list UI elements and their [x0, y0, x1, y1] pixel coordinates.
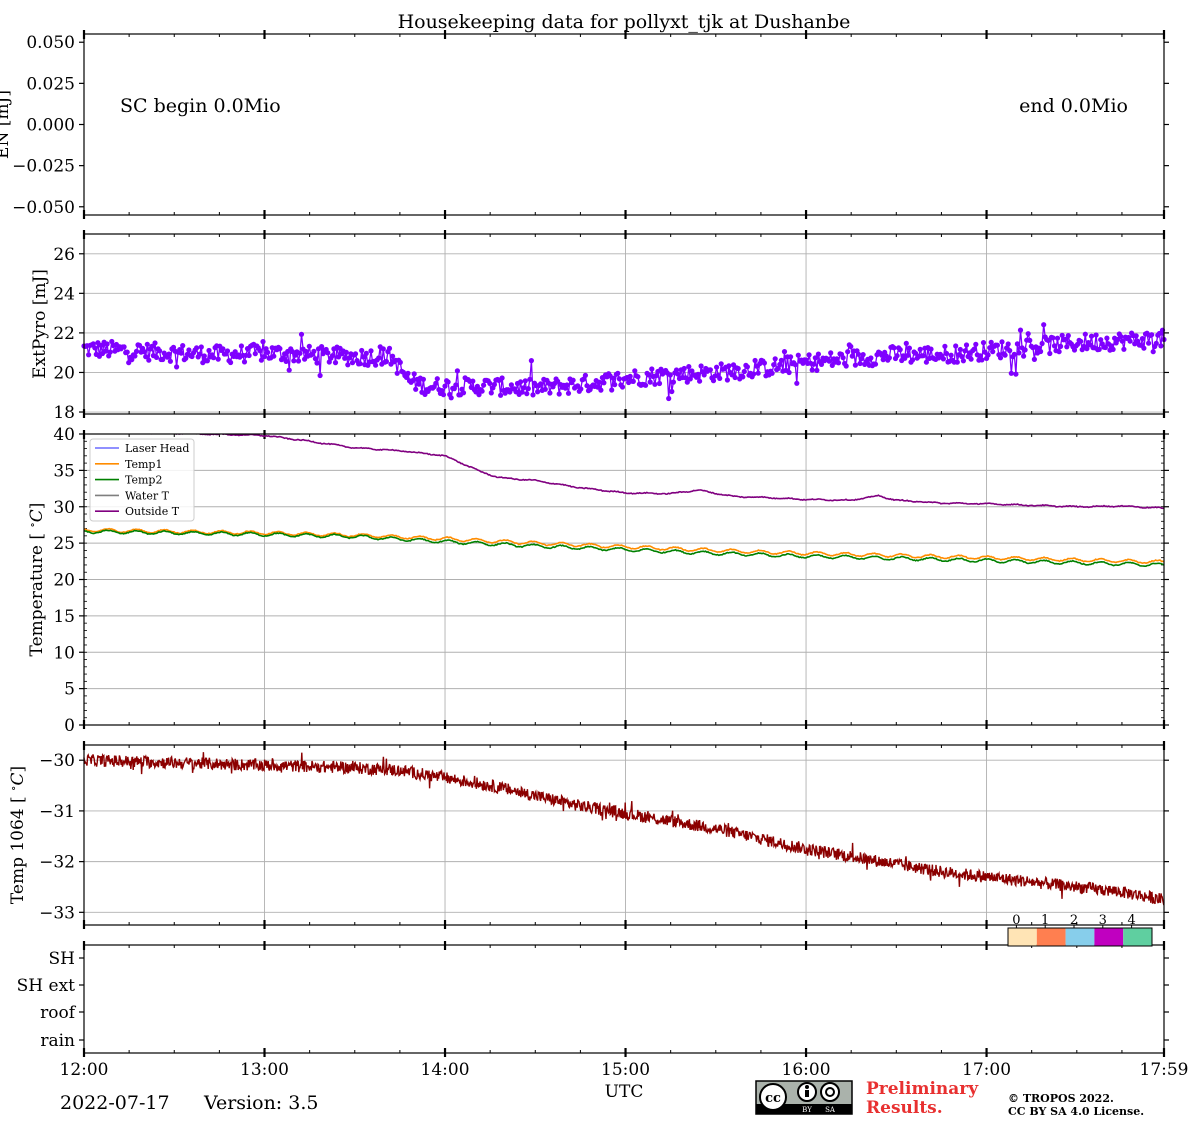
temperature-ylabel: Temperature [ ∘C]: [26, 503, 48, 657]
results-label: Results.: [866, 1098, 943, 1118]
extpyro-ytick-label-3: 24: [53, 284, 75, 304]
en-ytick-label-1: 0.025: [26, 74, 75, 94]
footer-date: 2022-07-17: [60, 1092, 170, 1114]
colorbar-tick-label-1: 1: [1041, 913, 1049, 928]
temperature-ytick-label-4: 20: [53, 571, 75, 591]
temp1064-series: [83, 752, 1165, 906]
temperature-legend: Laser Head Temp1 Temp2 Water T Outside T: [89, 438, 195, 522]
cc-sa-label: SA: [825, 1106, 836, 1114]
figure-canvas: Housekeeping data for pollyxt_tjk at Dus…: [0, 11, 1189, 1118]
copyright-text: © TROPOS 2022.: [1008, 1092, 1114, 1105]
en-frame: [83, 33, 1165, 216]
temperature-ytick-label-1: 5: [64, 680, 75, 700]
en-ylabel: EN [mJ]: [0, 90, 13, 159]
sc-end-annotation: end 0.0Mio: [1019, 95, 1128, 117]
colorbar-segment-4: [1123, 928, 1152, 946]
temperature-ytick-label-5: 25: [53, 534, 75, 554]
temperature-ytick-label-2: 10: [53, 643, 75, 663]
temp1064-ytick-label-0: −30: [39, 751, 75, 771]
legend-entry-1: Temp1: [125, 458, 162, 471]
colorbar-segment-2: [1065, 928, 1095, 946]
x-tick-label-5: 17:00: [962, 1060, 1011, 1080]
legend-entry-4: Outside T: [125, 505, 180, 518]
en-ytick-label-3: −0.025: [12, 157, 75, 177]
colorbar-segment-1: [1036, 928, 1066, 946]
temp1064-panel: −30 −31 −32 −33 Temp 1064 [ ∘C]: [7, 741, 1169, 929]
extpyro-ylabel: ExtPyro [mJ]: [30, 269, 50, 379]
x-tick-label-6: 17:59: [1140, 1060, 1189, 1080]
status-row-label-2: roof: [40, 1003, 77, 1023]
temperature-panel: 0 5 10 15 20 25 30 35 40 Temperature [ ∘C] Laser H…: [26, 425, 1169, 736]
legend-entry-0: Laser Head: [125, 442, 189, 455]
temp1064-ytick-label-1: −31: [39, 802, 75, 822]
temperature-ytick-label-7: 35: [53, 461, 75, 481]
colorbar-tick-label-0: 0: [1012, 913, 1020, 928]
sa-share-icon: [820, 1082, 840, 1102]
colorbar-segment-3: [1094, 928, 1124, 946]
x-tick-label-1: 13:00: [240, 1060, 289, 1080]
temperature-series-outside-t: [122, 434, 1164, 510]
colorbar-tick-label-2: 2: [1070, 913, 1078, 928]
extpyro-ytick-label-0: 18: [53, 403, 75, 423]
status-frame: [83, 944, 1165, 1054]
x-tick-label-4: 16:00: [782, 1060, 831, 1080]
temperature-series-temp2: [84, 529, 1164, 567]
temperature-series-temp1: [84, 527, 1164, 565]
temperature-ytick-label-8: 40: [53, 425, 75, 445]
extpyro-ytick-label-1: 20: [53, 363, 75, 383]
extpyro-ytick-label-4: 26: [53, 245, 75, 265]
cc-by-label: BY: [802, 1106, 812, 1114]
status-row-label-3: rain: [40, 1031, 75, 1051]
temperature-ytick-label-6: 30: [53, 498, 75, 518]
license-text: CC BY SA 4.0 License.: [1008, 1105, 1144, 1118]
colorbar-tick-label-3: 3: [1099, 913, 1107, 928]
x-tick-label-0: 12:00: [60, 1060, 109, 1080]
status-panel: SH SH ext roof rain: [17, 941, 1169, 1057]
en-panel: 0.050 0.025 0.000 −0.025 −0.050 EN [mJ] SC beg…: [0, 30, 1169, 219]
cc-icon-letters: cc: [765, 1091, 781, 1106]
colorbar-tick-label-4: 4: [1127, 913, 1135, 928]
temp1064-ytick-label-2: −32: [39, 853, 75, 873]
preliminary-label: Preliminary: [866, 1079, 979, 1099]
temperature-ytick-label-0: 0: [64, 716, 75, 736]
en-ytick-label-4: −0.050: [12, 198, 75, 218]
temp1064-frame: [83, 744, 1165, 926]
status-colorbar: 0 1 2 3 4: [1007, 913, 1153, 947]
legend-entry-2: Temp2: [125, 474, 162, 487]
legend-entry-3: Water T: [125, 489, 170, 502]
figure-title: Housekeeping data for pollyxt_tjk at Dus…: [398, 11, 851, 33]
status-row-label-1: SH ext: [17, 976, 76, 996]
en-ytick-label-2: 0.000: [26, 116, 75, 136]
x-tick-label-3: 15:00: [601, 1060, 650, 1080]
cc-license-badge: cc BY SA: [755, 1080, 853, 1115]
x-axis-label: UTC: [605, 1082, 644, 1102]
extpyro-ytick-label-2: 22: [53, 324, 75, 344]
x-tick-label-2: 14:00: [421, 1060, 470, 1080]
temp1064-ylabel: Temp 1064 [ ∘C]: [7, 766, 29, 904]
sc-begin-annotation: SC begin 0.0Mio: [120, 95, 281, 117]
en-ytick-label-0: 0.050: [26, 33, 75, 53]
extpyro-panel: 18 20 22 24 26ExtPyro [mJ]: [30, 230, 1169, 423]
extpyro-series: [81, 322, 1167, 402]
colorbar-segment-0: [1008, 928, 1037, 946]
housekeeping-figure: Housekeeping data for pollyxt_tjk at Dus…: [0, 0, 1200, 1120]
footer-version: Version: 3.5: [203, 1092, 318, 1114]
temp1064-ytick-label-3: −33: [39, 903, 75, 923]
temperature-ytick-label-3: 15: [53, 607, 75, 627]
status-row-label-0: SH: [49, 949, 75, 969]
